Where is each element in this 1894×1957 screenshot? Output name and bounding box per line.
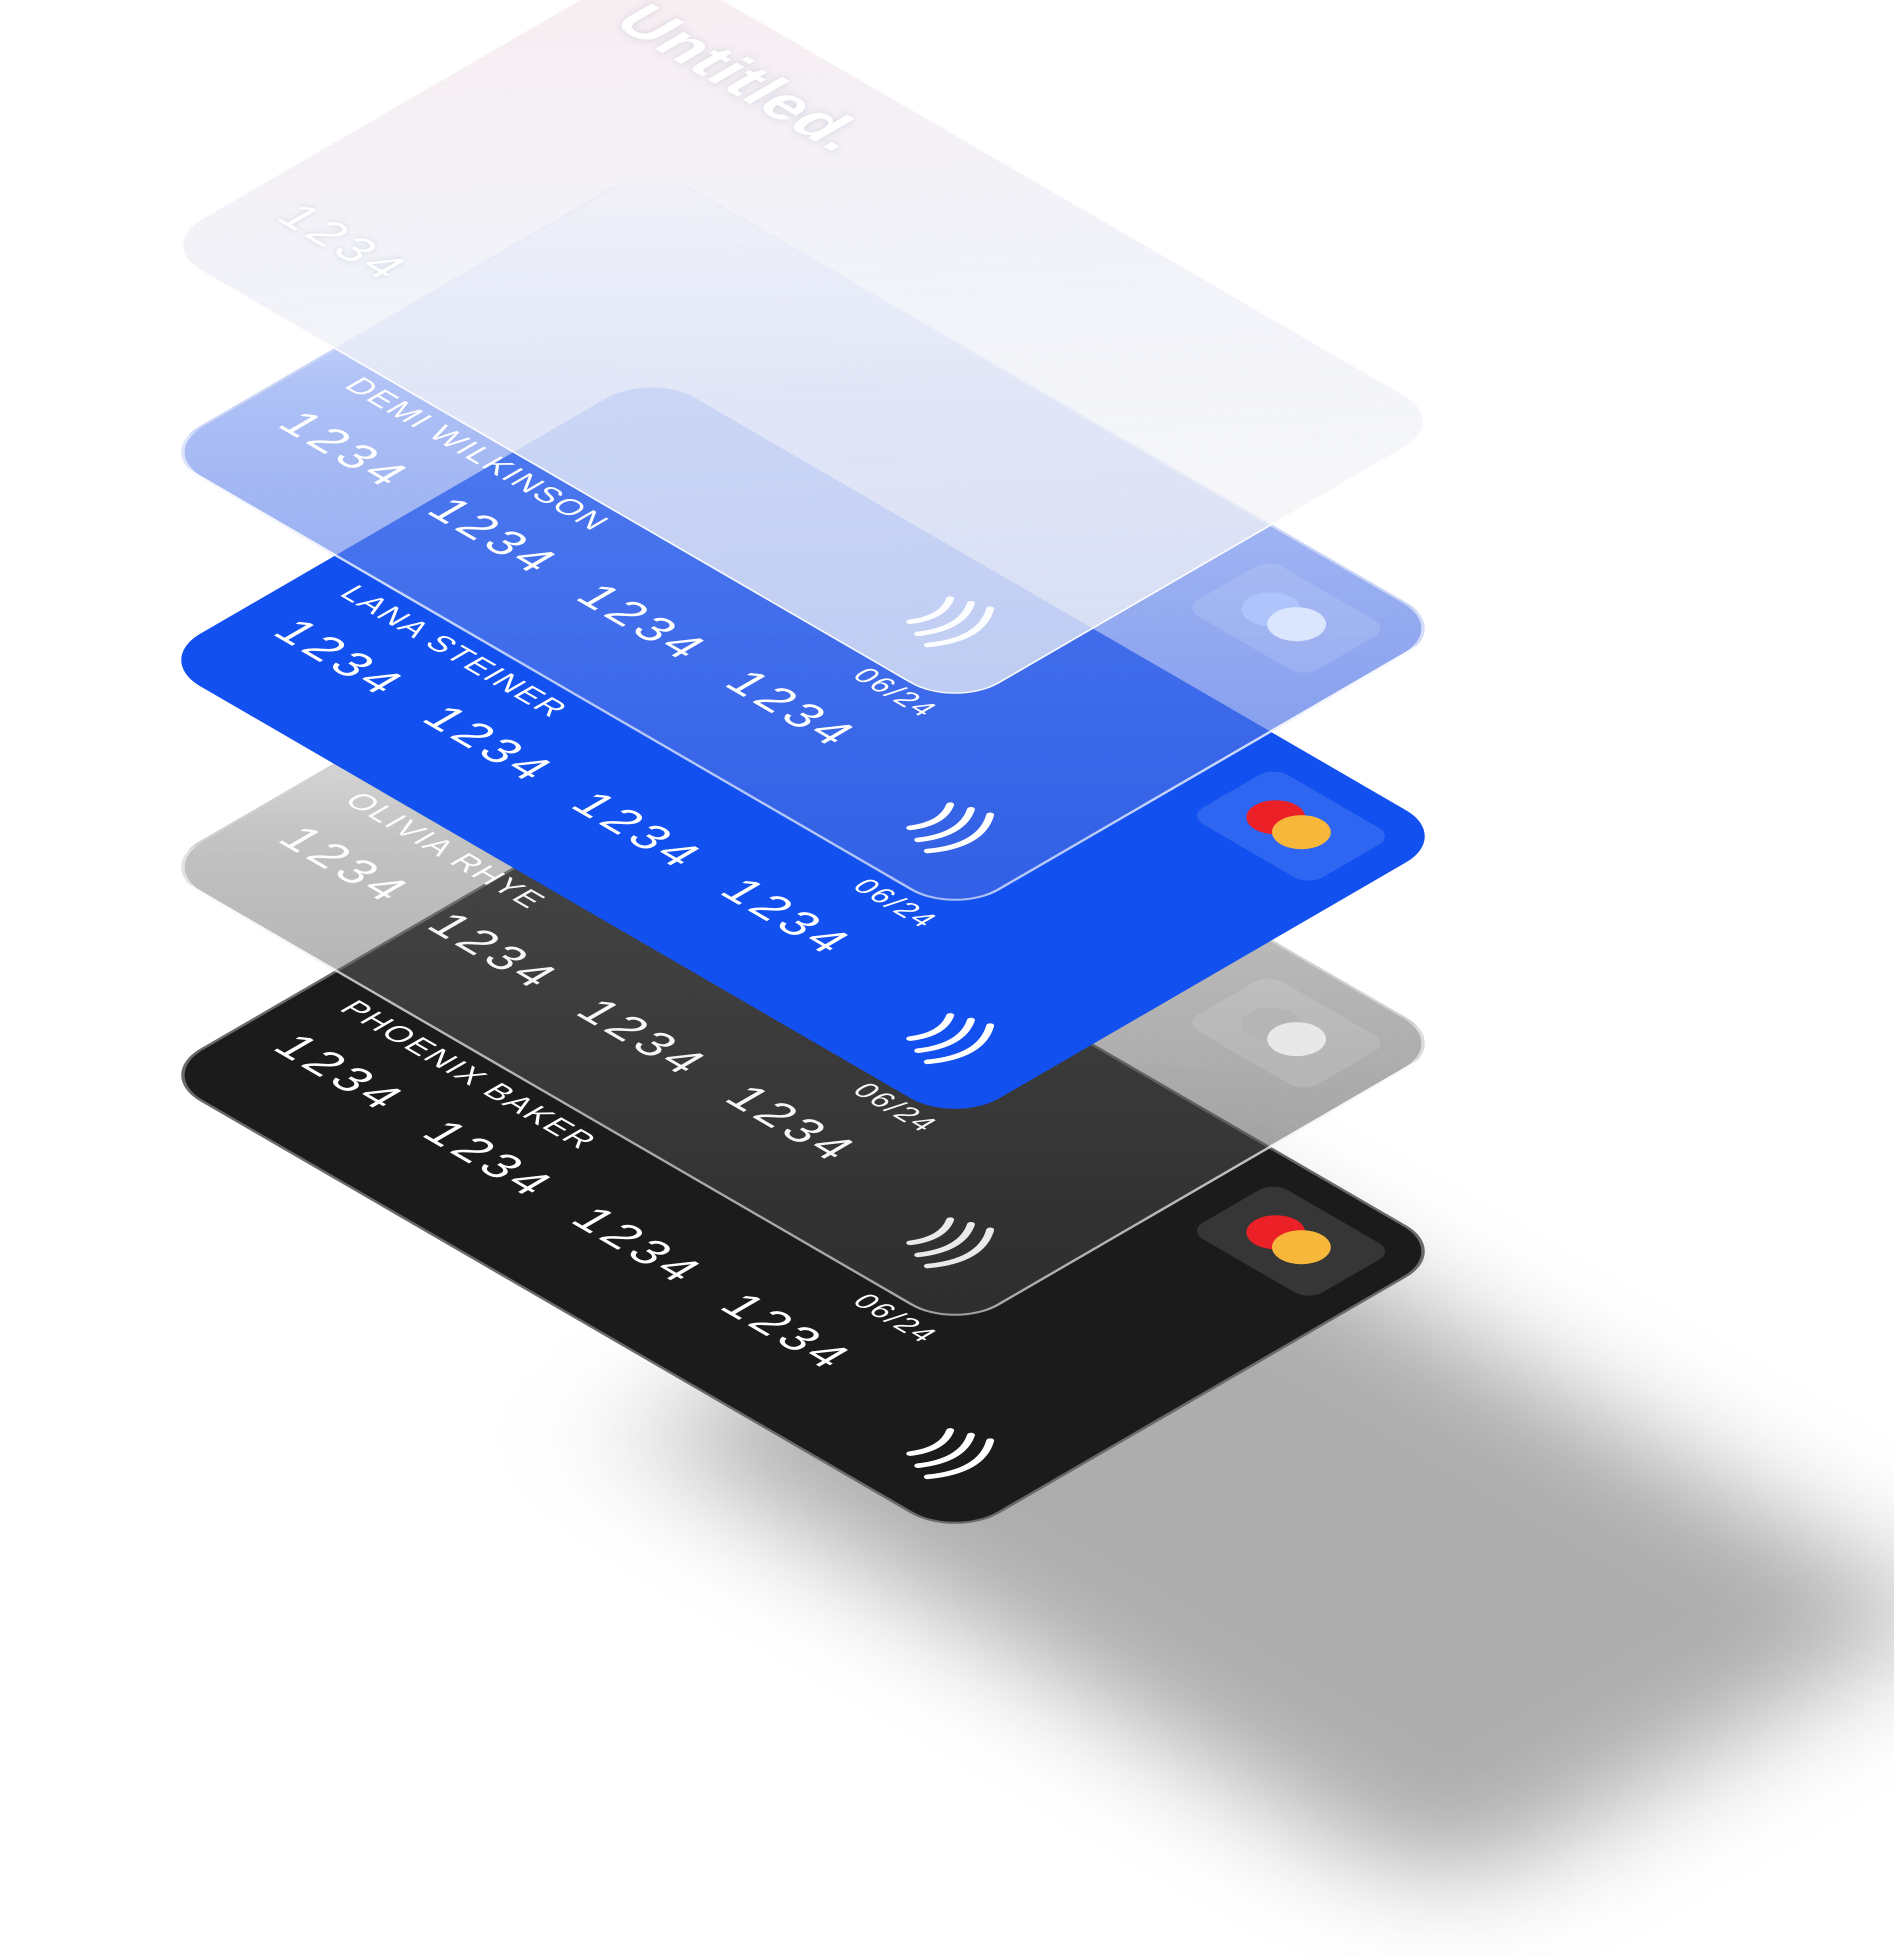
card-logo-icon: [1183, 973, 1389, 1093]
contactless-icon: [906, 1217, 995, 1269]
contactless-icon: [906, 1013, 995, 1065]
mastercard-icon: [1188, 1181, 1394, 1301]
card-number: 1234: [264, 197, 423, 289]
brand-wordmark: Untitled.: [599, 0, 885, 161]
contactless-icon: [906, 802, 995, 854]
contactless-icon: [906, 596, 995, 648]
contactless-icon: [906, 1428, 995, 1480]
card-logo-icon: [1183, 558, 1389, 678]
card-stack-illustration: 06/24 PHOENIX BAKER 1234 1234 1234 1234 …: [0, 0, 1894, 1957]
mastercard-icon: [1188, 766, 1394, 886]
